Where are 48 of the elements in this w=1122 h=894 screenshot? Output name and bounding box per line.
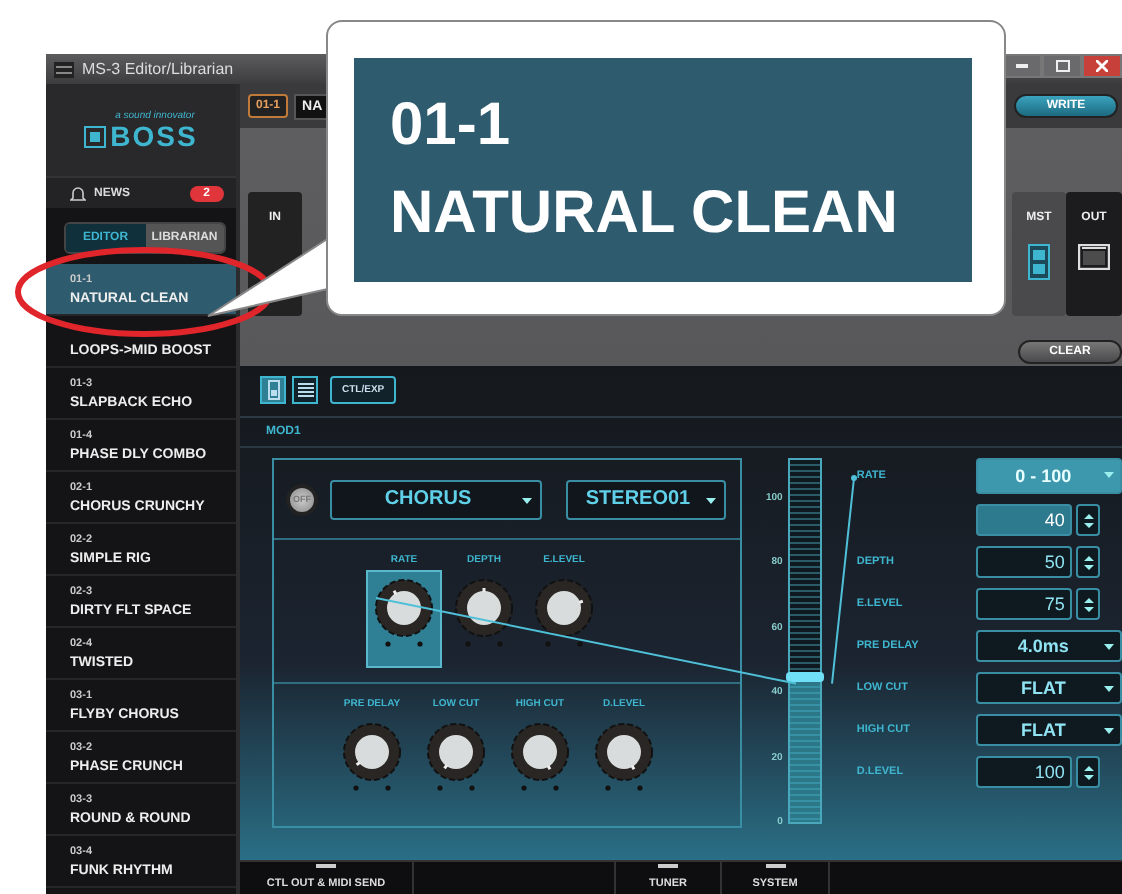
knob[interactable]	[594, 722, 654, 794]
knob[interactable]	[426, 722, 486, 794]
maximize-icon	[1055, 60, 1069, 72]
knob[interactable]	[454, 578, 514, 650]
bell-icon	[70, 185, 86, 201]
pedal-icon	[1028, 244, 1050, 280]
caret-icon	[706, 497, 716, 503]
app-icon	[54, 61, 74, 77]
close-icon	[1096, 60, 1108, 72]
value-dropdown[interactable]: 4.0ms	[976, 630, 1122, 662]
knob[interactable]	[510, 722, 570, 794]
list-icon	[297, 382, 313, 398]
caret-icon	[1104, 728, 1114, 734]
knob[interactable]	[342, 722, 402, 794]
caret-icon	[1104, 644, 1114, 650]
caret-icon	[1104, 472, 1114, 478]
up-down-arrows-icon	[1083, 763, 1094, 781]
spin-button[interactable]	[1076, 504, 1101, 536]
list-view-button[interactable]	[292, 376, 318, 404]
effect-type-dropdown[interactable]: CHORUS	[330, 479, 542, 519]
close-button[interactable]	[1082, 54, 1122, 78]
value-slider[interactable]	[788, 458, 823, 824]
maximize-button[interactable]	[1042, 54, 1082, 78]
callout-patch-name: NATURAL CLEAN	[390, 184, 900, 244]
callout-patch-number: 01-1	[390, 96, 513, 156]
value-dropdown[interactable]: FLAT	[976, 714, 1122, 746]
up-down-arrows-icon	[1083, 553, 1094, 571]
mode-dropdown[interactable]: STEREO01	[566, 479, 726, 519]
value-field[interactable]: 40	[976, 504, 1073, 536]
knob[interactable]	[534, 578, 594, 650]
up-down-arrows-icon	[1083, 511, 1094, 529]
knob[interactable]	[374, 578, 434, 650]
value-field[interactable]: 75	[976, 588, 1073, 620]
window-title: MS-3 Editor/Librarian	[82, 60, 234, 78]
caret-icon	[522, 497, 532, 503]
minimize-button[interactable]	[1002, 54, 1042, 78]
spin-button[interactable]	[1076, 588, 1101, 620]
up-down-arrows-icon	[1083, 595, 1094, 613]
amp-icon	[1078, 244, 1110, 270]
value-dropdown[interactable]: FLAT	[976, 672, 1122, 704]
spin-button[interactable]	[1076, 546, 1101, 578]
pedal-icon	[267, 380, 279, 400]
minimize-icon	[1016, 64, 1028, 68]
slider-thumb[interactable]	[786, 671, 825, 682]
value-field[interactable]: 50	[976, 546, 1073, 578]
value-field[interactable]: 100	[976, 756, 1073, 788]
spin-button[interactable]	[1076, 756, 1101, 788]
caret-icon	[1104, 686, 1114, 692]
